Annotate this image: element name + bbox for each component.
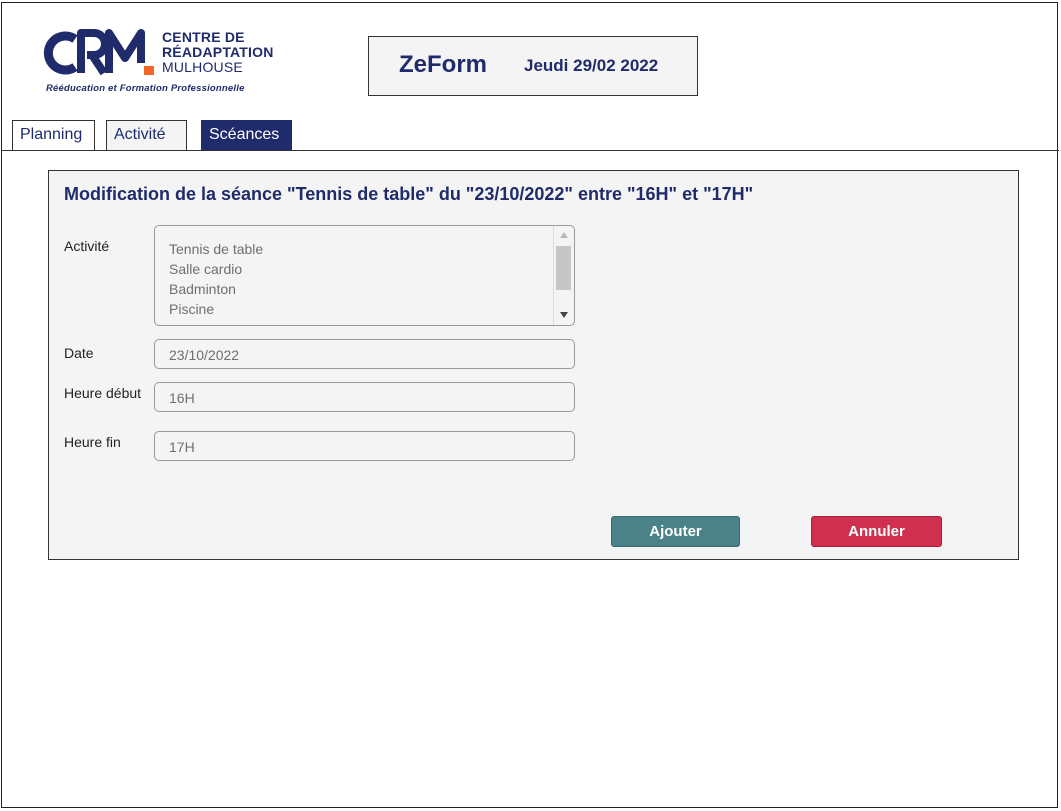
activite-option[interactable]: Salle cardio bbox=[169, 259, 560, 279]
logo-line-2: RÉADAPTATION bbox=[162, 44, 274, 60]
scroll-down-icon[interactable] bbox=[560, 312, 568, 318]
scroll-thumb[interactable] bbox=[556, 246, 571, 290]
date-field[interactable]: 23/10/2022 bbox=[154, 339, 575, 369]
activite-label: Activité bbox=[64, 238, 110, 254]
heure-fin-label: Heure fin bbox=[64, 434, 121, 450]
session-form-panel: Modification de la séance "Tennis de tab… bbox=[48, 170, 1019, 560]
tab-divider bbox=[1, 150, 1059, 151]
heure-debut-label: Heure début bbox=[64, 385, 142, 401]
activite-listbox[interactable]: Tennis de table Salle cardio Badminton P… bbox=[154, 225, 575, 326]
crm-logo-mark bbox=[43, 29, 154, 76]
header-date: Jeudi 29/02 2022 bbox=[524, 56, 659, 75]
app-title: ZeForm bbox=[399, 51, 488, 78]
activite-option[interactable]: Piscine bbox=[169, 299, 560, 319]
logo-line-3: MULHOUSE bbox=[162, 59, 243, 75]
tab-seances[interactable]: Scéances bbox=[201, 120, 292, 150]
activite-option[interactable]: Tennis de table bbox=[169, 239, 560, 259]
activite-option[interactable]: Badminton bbox=[169, 279, 560, 299]
logo-line-1: CENTRE DE bbox=[162, 29, 245, 45]
heure-debut-field[interactable]: 16H bbox=[154, 382, 575, 412]
logo-tagline: Rééducation et Formation Professionnelle bbox=[46, 83, 245, 94]
cancel-button[interactable]: Annuler bbox=[811, 516, 942, 547]
add-button[interactable]: Ajouter bbox=[611, 516, 740, 547]
header-box: ZeForm Jeudi 29/02 2022 bbox=[368, 36, 698, 96]
tab-activite[interactable]: Activité bbox=[106, 120, 187, 150]
tab-planning[interactable]: Planning bbox=[12, 120, 95, 150]
scroll-up-icon[interactable] bbox=[560, 232, 568, 238]
heure-fin-field[interactable]: 17H bbox=[154, 431, 575, 461]
date-label: Date bbox=[64, 345, 94, 361]
activite-options: Tennis de table Salle cardio Badminton P… bbox=[155, 226, 574, 319]
form-title: Modification de la séance "Tennis de tab… bbox=[64, 184, 754, 204]
crm-logo: CENTRE DE RÉADAPTATION MULHOUSE Rééducat… bbox=[42, 28, 277, 100]
listbox-scrollbar[interactable] bbox=[553, 226, 574, 325]
